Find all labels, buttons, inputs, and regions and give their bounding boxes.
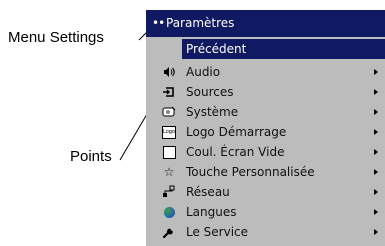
- menu-item-label: Système: [186, 105, 239, 119]
- menu-item-audio[interactable]: Audio: [146, 62, 385, 82]
- menu-item-touche-personnalisee[interactable]: ☆ Touche Personnalisée: [146, 162, 385, 182]
- submenu-arrow-icon: [374, 149, 378, 155]
- menu-settings-callout: Menu Settings: [8, 29, 104, 46]
- menu-item-label: Langues: [186, 205, 237, 219]
- submenu-arrow-icon: [374, 189, 378, 195]
- menu-item-label: Réseau: [186, 185, 230, 199]
- submenu-arrow-icon: [374, 229, 378, 235]
- submenu-arrow-icon: [374, 169, 378, 175]
- menu-item-label: Le Service: [186, 225, 249, 239]
- submenu-arrow-icon: [374, 209, 378, 215]
- menu-item-langues[interactable]: Langues: [146, 202, 385, 222]
- menu-item-couleur-ecran-vide[interactable]: Coul. Écran Vide: [146, 142, 385, 162]
- menu-item-label: Logo Démarrage: [186, 125, 287, 139]
- menu-item-label: Sources: [186, 85, 234, 99]
- menu-item-precedent[interactable]: Précédent: [146, 39, 385, 59]
- submenu-arrow-icon: [374, 109, 378, 115]
- menu-item-reseau[interactable]: Réseau: [146, 182, 385, 202]
- menu-header: •• Paramètres: [146, 10, 385, 37]
- star-icon: ☆: [163, 165, 175, 179]
- network-icon: [162, 185, 176, 199]
- blank-screen-icon: [162, 145, 176, 159]
- menu-item-label: Touche Personnalisée: [186, 165, 315, 179]
- system-icon: [162, 105, 176, 119]
- speaker-icon: [162, 65, 176, 79]
- menu-title: Paramètres: [166, 16, 235, 30]
- menu-header-dots: ••: [152, 16, 165, 30]
- menu-item-systeme[interactable]: Système: [146, 102, 385, 122]
- menu-item-sources[interactable]: Sources: [146, 82, 385, 102]
- source-input-icon: [162, 85, 176, 99]
- globe-icon: [162, 205, 176, 219]
- menu-item-label: Coul. Écran Vide: [186, 145, 285, 159]
- submenu-arrow-icon: [374, 69, 378, 75]
- menu-item-le-service[interactable]: Le Service: [146, 222, 385, 242]
- logo-icon: Logo: [162, 125, 176, 139]
- menu-item-logo-demarrage[interactable]: Logo Logo Démarrage: [146, 122, 385, 142]
- wrench-icon: [162, 225, 176, 239]
- menu-item-label: Précédent: [186, 42, 247, 56]
- submenu-arrow-icon: [374, 129, 378, 135]
- settings-menu: •• Paramètres Précédent Audio Sources Sy…: [146, 10, 385, 246]
- menu-item-label: Audio: [186, 65, 221, 79]
- points-callout: Points: [70, 148, 112, 165]
- submenu-arrow-icon: [374, 89, 378, 95]
